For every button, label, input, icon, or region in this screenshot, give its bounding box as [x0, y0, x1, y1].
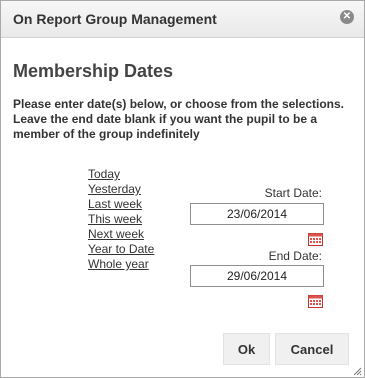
calendar-icon[interactable] [308, 232, 323, 246]
quick-link-year-to-date[interactable]: Year to Date [88, 242, 178, 257]
page-heading: Membership Dates [13, 61, 174, 81]
instructions-text: Please enter date(s) below, or choose fr… [13, 97, 344, 141]
dialog-title: On Report Group Management [13, 11, 217, 27]
resize-grip-icon[interactable] [352, 366, 362, 376]
start-date-input[interactable] [190, 203, 324, 225]
ok-button[interactable]: Ok [223, 333, 270, 365]
quick-link-today[interactable]: Today [88, 167, 178, 182]
quick-link-this-week[interactable]: This week [88, 212, 178, 227]
start-date-label: Start Date: [264, 186, 322, 200]
dialog: On Report Group Management ✕ Membership … [0, 0, 365, 378]
date-quick-links: Today Yesterday Last week This week Next… [88, 167, 178, 272]
cancel-button[interactable]: Cancel [275, 333, 349, 365]
dialog-titlebar: On Report Group Management ✕ [1, 1, 364, 38]
quick-link-yesterday[interactable]: Yesterday [88, 182, 178, 197]
calendar-icon[interactable] [308, 294, 323, 308]
end-date-label: End Date: [268, 249, 322, 263]
quick-link-next-week[interactable]: Next week [88, 227, 178, 242]
quick-link-last-week[interactable]: Last week [88, 197, 178, 212]
close-icon[interactable]: ✕ [340, 10, 354, 24]
quick-link-whole-year[interactable]: Whole year [88, 257, 178, 272]
end-date-input[interactable] [190, 265, 324, 287]
